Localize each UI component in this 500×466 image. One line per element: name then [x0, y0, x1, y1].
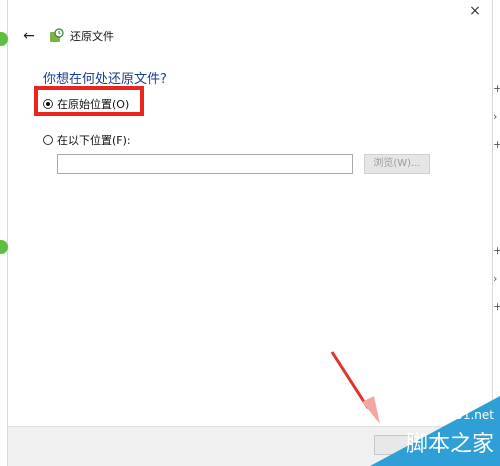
question-heading: 你想在何处还原文件? [43, 72, 167, 87]
edge-chevron-icon: › [493, 110, 498, 123]
watermark-brand: 脚本之家 [405, 432, 494, 457]
watermark: jb51.net 脚本之家 [370, 396, 500, 466]
window-title: 还原文件 [70, 30, 114, 43]
close-button[interactable]: × [464, 2, 486, 20]
browse-button[interactable]: 浏览(W)... [364, 154, 430, 174]
option-other-location[interactable]: 在以下位置(F): [43, 132, 131, 148]
edge-plus-icon-2: + [493, 138, 500, 151]
file-history-icon [50, 28, 64, 42]
edge-chevron-icon-2: › [493, 272, 498, 285]
window-header: ← 还原文件 [20, 26, 114, 46]
back-button[interactable]: ← [20, 27, 38, 45]
edge-plus-icon-3: + [493, 244, 500, 257]
location-path-input[interactable] [57, 154, 353, 174]
edge-plus-icon-4: + [493, 300, 500, 313]
option-other-label: 在以下位置(F): [57, 134, 131, 147]
red-highlight-box [34, 86, 144, 116]
radio-other[interactable] [43, 135, 53, 145]
watermark-site: jb51.net [444, 408, 494, 422]
edge-plus-icon: + [493, 82, 500, 95]
